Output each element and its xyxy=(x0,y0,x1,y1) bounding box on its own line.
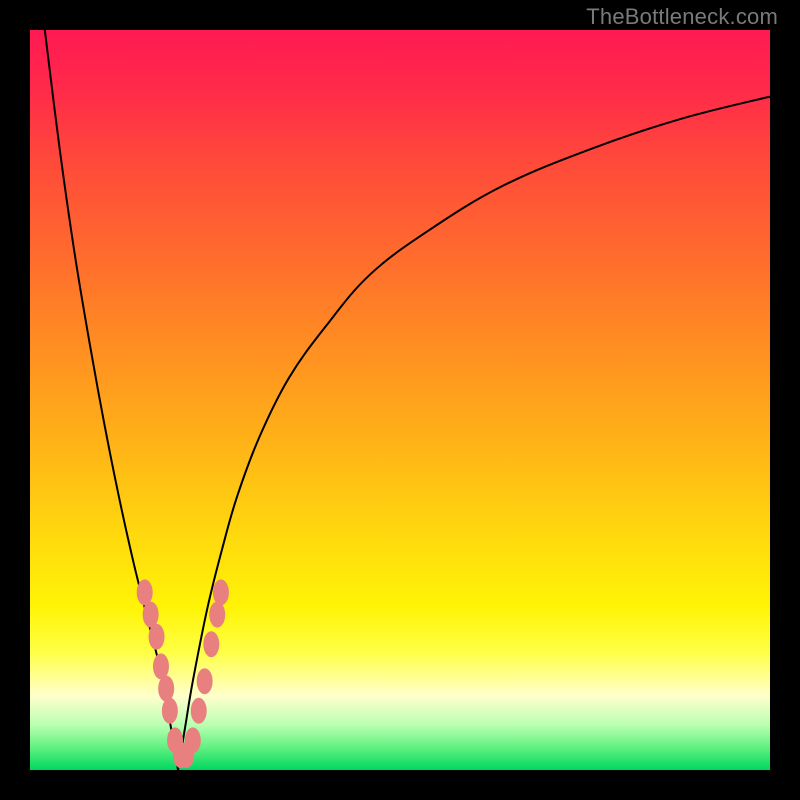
marker-dot xyxy=(191,698,207,724)
marker-dot xyxy=(153,653,169,679)
marker-dot xyxy=(149,624,165,650)
marker-dot xyxy=(158,676,174,702)
chart-plot-area xyxy=(30,30,770,770)
watermark-text: TheBottleneck.com xyxy=(586,4,778,30)
marker-dot xyxy=(203,631,219,657)
marker-dot xyxy=(185,727,201,753)
marker-dot xyxy=(143,602,159,628)
curves-layer xyxy=(30,30,770,770)
marker-dot xyxy=(162,698,178,724)
marker-dot xyxy=(209,602,225,628)
marker-dots-group xyxy=(137,579,229,768)
marker-dot xyxy=(137,579,153,605)
right-curve-line xyxy=(178,97,770,770)
marker-dot xyxy=(213,579,229,605)
marker-dot xyxy=(197,668,213,694)
